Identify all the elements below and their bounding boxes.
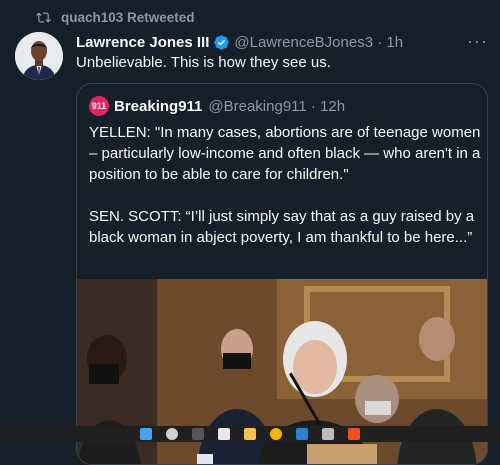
retweet-label: quach103 Retweeted bbox=[61, 9, 195, 25]
author-name[interactable]: Lawrence Jones III bbox=[76, 34, 209, 51]
task-view-icon[interactable] bbox=[192, 428, 204, 440]
avatar-image bbox=[15, 32, 63, 80]
quoted-tweet[interactable]: 911 Breaking911 @Breaking911 · 12h YELLE… bbox=[76, 83, 488, 465]
windows-start-icon[interactable] bbox=[140, 428, 152, 440]
taskbar bbox=[0, 426, 500, 442]
quote-author-name: Breaking911 bbox=[114, 97, 203, 115]
retweet-indicator[interactable]: quach103 Retweeted bbox=[36, 8, 195, 26]
avatar[interactable] bbox=[15, 32, 63, 80]
app-icon[interactable] bbox=[322, 428, 334, 440]
quote-avatar: 911 bbox=[89, 96, 109, 116]
tweet-text: Unbelievable. This is how they see us. bbox=[76, 54, 331, 71]
tweet-header: Lawrence Jones III @LawrenceBJones3 · 1h bbox=[76, 32, 490, 52]
quote-handle-time: @Breaking911 · 12h bbox=[208, 97, 346, 115]
office-icon[interactable] bbox=[348, 428, 360, 440]
retweet-icon bbox=[36, 11, 51, 23]
chrome-icon[interactable] bbox=[270, 428, 282, 440]
verified-icon bbox=[214, 34, 230, 50]
file-explorer-icon[interactable] bbox=[244, 428, 256, 440]
quote-text: YELLEN: "In many cases, abortions are of… bbox=[89, 124, 481, 246]
author-handle-time[interactable]: @LawrenceBJones3 · 1h bbox=[234, 34, 403, 51]
quote-header: 911 Breaking911 @Breaking911 · 12h bbox=[89, 96, 345, 116]
more-icon[interactable]: ··· bbox=[467, 32, 488, 50]
edge-icon[interactable] bbox=[296, 428, 308, 440]
search-icon[interactable] bbox=[166, 428, 178, 440]
calendar-icon[interactable] bbox=[218, 428, 230, 440]
